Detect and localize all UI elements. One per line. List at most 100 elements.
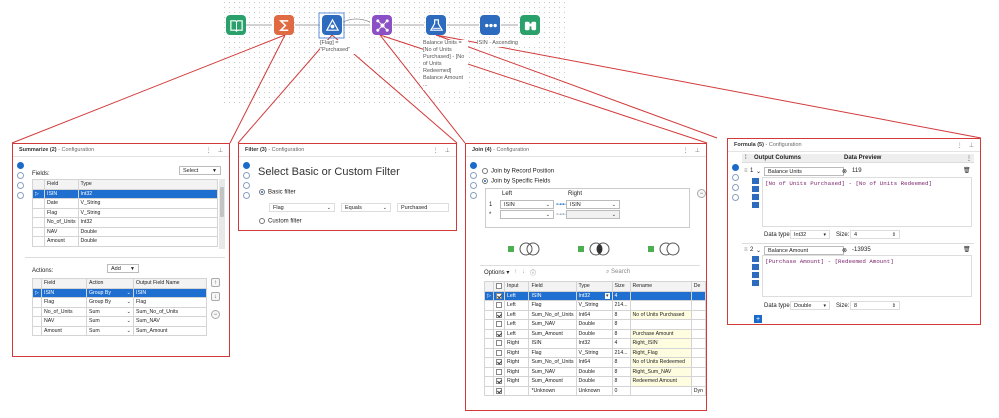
browse-tool[interactable] <box>520 15 540 35</box>
output-name-cell[interactable]: Flag <box>133 297 207 308</box>
move-up-button[interactable]: ↑ <box>211 278 220 287</box>
column-header[interactable]: Field <box>41 278 87 289</box>
config-icon[interactable] <box>243 162 250 169</box>
row-checkbox[interactable] <box>496 311 502 318</box>
save-icon[interactable] <box>752 280 759 286</box>
row-checkbox-cell[interactable] <box>493 347 505 358</box>
trash-icon[interactable]: 🗑 <box>963 167 971 174</box>
output-name-cell[interactable]: Sum_Amount <box>133 325 207 336</box>
more-icon[interactable]: ⋮ <box>433 147 439 154</box>
columns-icon[interactable] <box>752 264 759 270</box>
info-icon[interactable] <box>470 192 477 199</box>
info-icon[interactable] <box>17 192 24 199</box>
data-type-select[interactable]: Double ▾ <box>790 301 830 310</box>
table-row[interactable]: NAV Double <box>32 226 219 237</box>
output-column-input[interactable]: Balance Amount <box>764 246 844 255</box>
size-input[interactable]: 4 ⇕ <box>850 230 900 239</box>
config-icon[interactable] <box>732 164 739 171</box>
table-row[interactable]: Right ISIN Int32 4 Right_ISIN <box>484 338 707 349</box>
column-header[interactable]: Output Field Name <box>133 278 207 289</box>
table-row[interactable]: Right Sum_Amount Double 8 Redeemed Amount <box>484 376 707 387</box>
table-row[interactable]: Left Sum_NAV Double 8 <box>484 319 707 330</box>
table-row[interactable]: ▷ Left ISIN Int32 ▾ 4 <box>484 290 707 301</box>
rename-cell[interactable] <box>629 290 692 301</box>
tag-icon[interactable] <box>732 184 739 191</box>
rename-cell[interactable]: Right_ISIN <box>629 338 692 349</box>
collapse-icon[interactable]: ⌄ <box>756 247 761 254</box>
table-row[interactable]: Flag Group By ⌄ Flag <box>32 297 207 308</box>
row-checkbox-cell[interactable] <box>493 290 505 301</box>
tag-icon[interactable] <box>17 182 24 189</box>
custom-filter-radio[interactable]: Custom filter <box>259 218 302 225</box>
pin-icon[interactable]: ⊥ <box>695 147 700 154</box>
rename-cell[interactable]: Right_Flag <box>629 347 692 358</box>
move-up-icon[interactable]: ↑ <box>514 269 517 275</box>
chevron-down-icon[interactable]: ▾ <box>604 292 610 299</box>
table-row[interactable]: Left Flag V_String 214... <box>484 300 707 311</box>
join-fields-radio[interactable]: Join by Specific Fields <box>482 178 550 185</box>
sort-tool[interactable] <box>480 15 500 35</box>
select-all-checkbox[interactable] <box>496 283 502 290</box>
options-menu[interactable]: Options ▾ <box>484 269 509 276</box>
type-cell[interactable]: Int32 <box>575 338 613 349</box>
more-icon[interactable]: ⋮ <box>957 142 963 149</box>
type-cell[interactable]: Double <box>575 328 613 339</box>
filter-field-select[interactable]: Flag ⌄ <box>269 203 335 212</box>
type-cell[interactable]: Int32 ▾ <box>575 290 613 301</box>
table-row[interactable]: Amount Sum ⌄ Sum_Amount <box>32 325 207 336</box>
table-row[interactable]: Right Flag V_String 214... Right_Flag <box>484 347 707 358</box>
pin-icon[interactable]: ⊥ <box>445 147 450 154</box>
remove-button[interactable]: − <box>211 310 220 319</box>
action-cell[interactable]: Sum ⌄ <box>86 306 134 317</box>
row-checkbox[interactable] <box>496 368 502 375</box>
data-type-select[interactable]: Int32 ▾ <box>790 230 830 239</box>
function-icon[interactable] <box>752 256 759 262</box>
fields-scrollbar[interactable] <box>219 179 225 249</box>
output-name-cell[interactable]: ISIN <box>133 287 207 298</box>
type-cell[interactable]: V_String <box>575 300 613 311</box>
filter-value-input[interactable]: Purchased <box>397 203 449 212</box>
type-cell[interactable]: Double <box>575 376 613 387</box>
row-checkbox-cell[interactable] <box>493 328 505 339</box>
row-checkbox[interactable] <box>496 292 502 299</box>
table-row[interactable]: Right Sum_NAV Double 8 Right_Sum_NAV <box>484 366 707 377</box>
row-checkbox-cell[interactable] <box>493 366 505 377</box>
table-row[interactable]: No_of_Units Int32 <box>32 217 219 228</box>
gear-icon[interactable] <box>243 172 250 179</box>
gear-icon[interactable] <box>470 172 477 179</box>
add-dropdown[interactable]: Add ▼ <box>107 264 139 273</box>
folder-icon[interactable] <box>752 272 759 278</box>
rename-cell[interactable]: No of Units Redeemed <box>629 357 692 368</box>
collapse-icon[interactable]: ⌄ <box>756 168 761 175</box>
type-cell[interactable]: Unknown <box>575 385 613 396</box>
row-checkbox[interactable] <box>496 387 502 394</box>
row-checkbox-cell[interactable] <box>493 357 505 368</box>
column-header[interactable]: De <box>690 281 707 292</box>
output-name-cell[interactable]: Sum_NAV <box>133 316 207 327</box>
action-cell[interactable]: Sum ⌄ <box>86 325 134 336</box>
type-cell[interactable]: Int64 <box>575 357 613 368</box>
select-dropdown[interactable]: Select ▼ <box>179 166 221 175</box>
info-icon[interactable] <box>732 194 739 201</box>
rename-cell[interactable] <box>629 300 692 311</box>
more-icon[interactable]: ⋮ <box>206 147 212 154</box>
workflow-canvas[interactable] <box>222 0 565 104</box>
row-checkbox-cell[interactable] <box>493 338 505 349</box>
pin-icon[interactable]: ⊥ <box>969 142 974 149</box>
join-tool[interactable] <box>372 15 392 35</box>
search-input[interactable]: ⌕ Search <box>606 269 630 276</box>
gear-icon[interactable] <box>732 174 739 181</box>
move-down-icon[interactable]: ↓ <box>522 269 525 275</box>
clear-icon[interactable]: ⊗ <box>842 168 847 175</box>
column-header[interactable]: Size <box>611 281 631 292</box>
right-join-field-select[interactable]: ⌄ <box>566 210 620 219</box>
input-data-tool[interactable] <box>226 15 246 35</box>
folder-icon[interactable] <box>752 194 759 200</box>
row-checkbox-cell[interactable] <box>493 376 505 387</box>
columns-icon[interactable] <box>752 186 759 192</box>
info-icon[interactable]: ⓘ <box>530 268 536 277</box>
action-cell[interactable]: Sum ⌄ <box>86 316 134 327</box>
clear-icon[interactable]: ⊗ <box>842 247 847 254</box>
table-row[interactable]: Date V_String <box>32 198 219 209</box>
drag-handle-icon[interactable]: ≡ <box>744 168 748 174</box>
